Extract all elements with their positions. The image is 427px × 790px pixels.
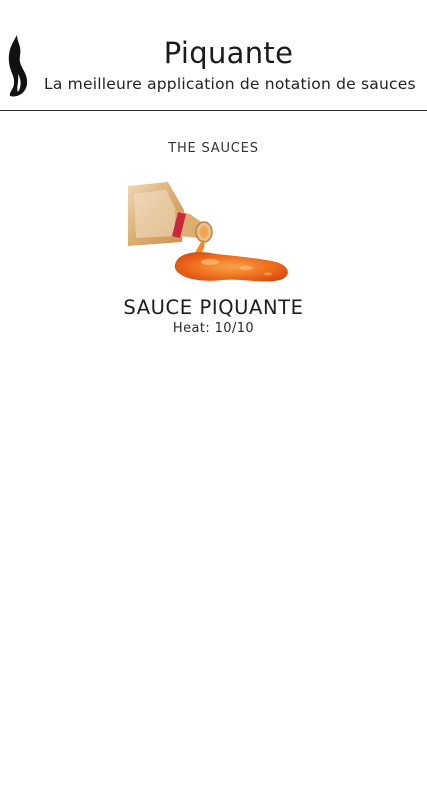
- sauce-heat: Heat: 10/10: [172, 321, 255, 336]
- sauce-card[interactable]: SAUCE PIQUANTE Heat: 10/10: [0, 180, 427, 336]
- app-header: Piquante La meilleure application de not…: [0, 0, 427, 111]
- hot-sauce-bottle-image: [127, 182, 288, 282]
- app-subtitle: La meilleure application de notation de …: [44, 75, 416, 93]
- sauce-name: SAUCE PIQUANTE: [123, 296, 304, 319]
- section-title: THE SAUCES: [168, 141, 259, 156]
- app-title: Piquante: [163, 36, 294, 70]
